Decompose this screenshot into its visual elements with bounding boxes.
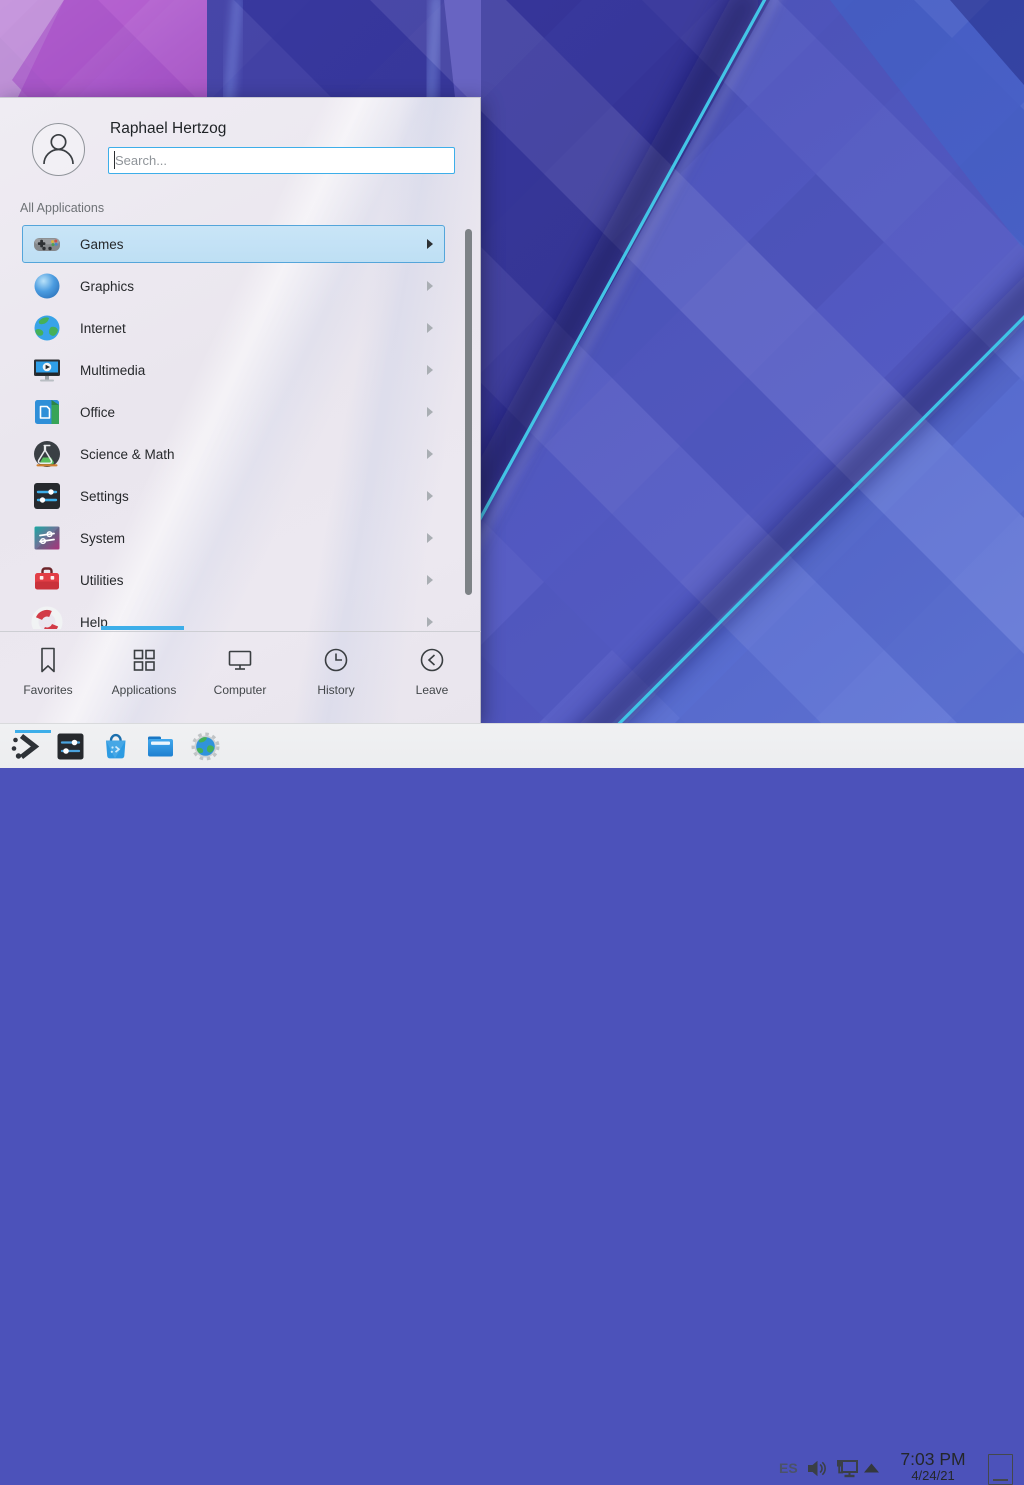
active-tab-indicator [101,626,184,630]
clock-time: 7:03 PM [888,1450,978,1469]
internet-icon [31,312,63,344]
category-label: Graphics [80,279,134,294]
search-input[interactable] [108,147,455,174]
category-office[interactable]: Office [22,393,445,431]
graphics-icon [31,270,63,302]
leave-icon [417,645,447,675]
tab-leave[interactable]: Leave [384,632,480,724]
category-label: Science & Math [80,447,175,462]
chevron-right-icon [427,449,433,459]
tab-label: History [317,683,354,697]
chevron-right-icon [427,239,433,249]
multimedia-icon [31,354,63,386]
applications-icon [129,645,159,675]
application-launcher-button[interactable] [9,730,42,763]
chevron-right-icon [427,407,433,417]
show-desktop-button[interactable] [988,1454,1013,1485]
chevron-right-icon [427,491,433,501]
chevron-right-icon [427,617,433,627]
category-label: Settings [80,489,129,504]
category-label: Multimedia [80,363,145,378]
settings-icon [31,480,63,512]
office-icon [31,396,63,428]
chevron-right-icon [427,281,433,291]
list-scrollbar[interactable] [465,229,472,595]
category-science-math[interactable]: Science & Math [22,435,445,473]
file-manager-button[interactable] [144,730,177,763]
discover-button[interactable] [99,730,132,763]
tab-applications[interactable]: Applications [96,632,192,724]
games-icon [31,228,63,260]
volume-icon[interactable] [805,1457,828,1480]
tab-label: Applications [112,683,177,697]
chevron-right-icon [427,323,433,333]
tab-history[interactable]: History [288,632,384,724]
category-label: Games [80,237,124,252]
user-name: Raphael Hertzog [110,120,226,138]
expand-tray-icon[interactable] [862,1462,881,1474]
category-games[interactable]: Games [22,225,445,263]
tab-favorites[interactable]: Favorites [0,632,96,724]
category-settings[interactable]: Settings [22,477,445,515]
user-avatar [32,123,85,176]
chevron-right-icon [427,365,433,375]
keyboard-layout-indicator[interactable]: ES [779,1460,798,1476]
application-launcher-popup: Raphael Hertzog All Applications [0,97,481,723]
category-list: Games Graphics [0,225,481,629]
category-label: Utilities [80,573,124,588]
digital-clock[interactable]: 7:03 PM 4/24/21 [888,1450,978,1483]
chevron-right-icon [427,533,433,543]
tab-label: Leave [416,683,449,697]
favorites-icon [33,645,63,675]
history-icon [321,645,351,675]
text-caret [114,151,115,169]
utilities-icon [31,564,63,596]
science-icon [31,438,63,470]
tab-computer[interactable]: Computer [192,632,288,724]
category-label: System [80,531,125,546]
category-label: Office [80,405,115,420]
help-icon [31,606,63,629]
network-icon[interactable] [834,1457,860,1483]
system-icon [31,522,63,554]
clock-date: 4/24/21 [888,1469,978,1483]
launcher-tabbar: Favorites Applications Computer [0,632,481,724]
chevron-right-icon [427,575,433,585]
section-label: All Applications [20,201,104,215]
category-multimedia[interactable]: Multimedia [22,351,445,389]
system-settings-button[interactable] [54,730,87,763]
category-utilities[interactable]: Utilities [22,561,445,599]
computer-icon [225,645,255,675]
category-label: Internet [80,321,126,336]
tab-label: Computer [214,683,267,697]
category-system[interactable]: System [22,519,445,557]
tab-label: Favorites [23,683,72,697]
category-help[interactable]: Help [22,603,445,629]
web-browser-button[interactable] [189,730,222,763]
active-task-indicator [15,730,51,733]
category-graphics[interactable]: Graphics [22,267,445,305]
category-internet[interactable]: Internet [22,309,445,347]
taskbar-panel: ES 7:03 PM 4/24/21 [0,723,1024,768]
